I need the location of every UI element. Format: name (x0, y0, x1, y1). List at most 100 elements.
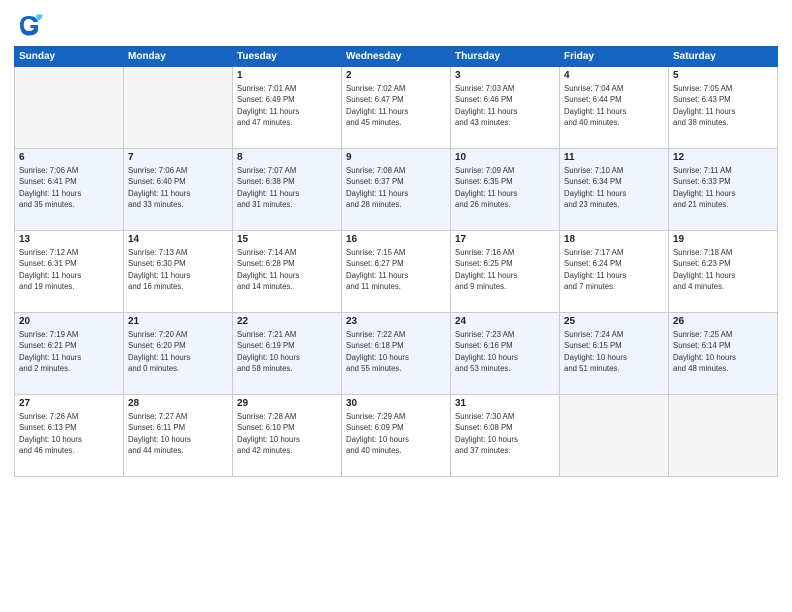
day-number: 26 (673, 316, 773, 327)
day-info: Sunrise: 7:22 AM Sunset: 6:18 PM Dayligh… (346, 329, 446, 374)
day-number: 1 (237, 70, 337, 81)
day-number: 16 (346, 234, 446, 245)
day-info: Sunrise: 7:21 AM Sunset: 6:19 PM Dayligh… (237, 329, 337, 374)
day-number: 31 (455, 398, 555, 409)
day-info: Sunrise: 7:08 AM Sunset: 6:37 PM Dayligh… (346, 165, 446, 210)
calendar-cell: 4 Sunrise: 7:04 AM Sunset: 6:44 PM Daylig… (560, 67, 669, 149)
logo-icon (14, 10, 44, 40)
calendar-cell: 14 Sunrise: 7:13 AM Sunset: 6:30 PM Dayli… (124, 231, 233, 313)
day-info: Sunrise: 7:18 AM Sunset: 6:23 PM Dayligh… (673, 247, 773, 292)
day-number: 10 (455, 152, 555, 163)
day-info: Sunrise: 7:07 AM Sunset: 6:38 PM Dayligh… (237, 165, 337, 210)
calendar-cell: 26 Sunrise: 7:25 AM Sunset: 6:14 PM Dayli… (669, 313, 778, 395)
calendar-cell: 20 Sunrise: 7:19 AM Sunset: 6:21 PM Dayli… (15, 313, 124, 395)
day-number: 18 (564, 234, 664, 245)
day-info: Sunrise: 7:25 AM Sunset: 6:14 PM Dayligh… (673, 329, 773, 374)
calendar-cell: 16 Sunrise: 7:15 AM Sunset: 6:27 PM Dayli… (342, 231, 451, 313)
calendar-cell: 3Sunrise: 7:03 AM Sunset: 6:46 PM Daylig… (451, 67, 560, 149)
calendar-cell (669, 395, 778, 477)
weekday-header-monday: Monday (124, 47, 233, 67)
day-info: Sunrise: 7:30 AM Sunset: 6:08 PM Dayligh… (455, 411, 555, 456)
calendar-cell: 27 Sunrise: 7:26 AM Sunset: 6:13 PM Dayli… (15, 395, 124, 477)
calendar-cell: 22 Sunrise: 7:21 AM Sunset: 6:19 PM Dayli… (233, 313, 342, 395)
day-number: 9 (346, 152, 446, 163)
day-number: 23 (346, 316, 446, 327)
day-number: 24 (455, 316, 555, 327)
day-info: Sunrise: 7:16 AM Sunset: 6:25 PM Dayligh… (455, 247, 555, 292)
day-number: 11 (564, 152, 664, 163)
day-info: Sunrise: 7:14 AM Sunset: 6:28 PM Dayligh… (237, 247, 337, 292)
day-number: 14 (128, 234, 228, 245)
day-info: Sunrise: 7:26 AM Sunset: 6:13 PM Dayligh… (19, 411, 119, 456)
day-number: 13 (19, 234, 119, 245)
logo (14, 10, 48, 40)
day-info: Sunrise: 7:06 AM Sunset: 6:41 PM Dayligh… (19, 165, 119, 210)
day-info: Sunrise: 7:02 AM Sunset: 6:47 PM Dayligh… (346, 83, 446, 128)
day-number: 25 (564, 316, 664, 327)
calendar-table: SundayMondayTuesdayWednesdayThursdayFrid… (14, 46, 778, 477)
weekday-header-row: SundayMondayTuesdayWednesdayThursdayFrid… (15, 47, 778, 67)
day-info: Sunrise: 7:06 AM Sunset: 6:40 PM Dayligh… (128, 165, 228, 210)
day-number: 21 (128, 316, 228, 327)
calendar-cell: 13 Sunrise: 7:12 AM Sunset: 6:31 PM Dayli… (15, 231, 124, 313)
calendar-cell: 25 Sunrise: 7:24 AM Sunset: 6:15 PM Dayli… (560, 313, 669, 395)
day-info: Sunrise: 7:09 AM Sunset: 6:35 PM Dayligh… (455, 165, 555, 210)
calendar-cell: 6Sunrise: 7:06 AM Sunset: 6:41 PM Daylig… (15, 149, 124, 231)
day-number: 20 (19, 316, 119, 327)
day-number: 17 (455, 234, 555, 245)
day-info: Sunrise: 7:15 AM Sunset: 6:27 PM Dayligh… (346, 247, 446, 292)
weekday-header-saturday: Saturday (669, 47, 778, 67)
calendar-cell: 31 Sunrise: 7:30 AM Sunset: 6:08 PM Dayli… (451, 395, 560, 477)
day-info: Sunrise: 7:04 AM Sunset: 6:44 PM Dayligh… (564, 83, 664, 128)
day-number: 4 (564, 70, 664, 81)
page: SundayMondayTuesdayWednesdayThursdayFrid… (0, 0, 792, 612)
day-number: 28 (128, 398, 228, 409)
calendar-cell: 29 Sunrise: 7:28 AM Sunset: 6:10 PM Dayli… (233, 395, 342, 477)
weekday-header-sunday: Sunday (15, 47, 124, 67)
day-number: 3 (455, 70, 555, 81)
calendar-cell: 2 Sunrise: 7:02 AM Sunset: 6:47 PM Daylig… (342, 67, 451, 149)
calendar-cell: 18 Sunrise: 7:17 AM Sunset: 6:24 PM Dayli… (560, 231, 669, 313)
day-info: Sunrise: 7:12 AM Sunset: 6:31 PM Dayligh… (19, 247, 119, 292)
day-info: Sunrise: 7:13 AM Sunset: 6:30 PM Dayligh… (128, 247, 228, 292)
weekday-header-friday: Friday (560, 47, 669, 67)
calendar-week-row: 6Sunrise: 7:06 AM Sunset: 6:41 PM Daylig… (15, 149, 778, 231)
calendar-cell: 28Sunrise: 7:27 AM Sunset: 6:11 PM Dayli… (124, 395, 233, 477)
day-info: Sunrise: 7:10 AM Sunset: 6:34 PM Dayligh… (564, 165, 664, 210)
day-number: 27 (19, 398, 119, 409)
calendar-cell: 11 Sunrise: 7:10 AM Sunset: 6:34 PM Dayli… (560, 149, 669, 231)
calendar-week-row: 20 Sunrise: 7:19 AM Sunset: 6:21 PM Dayli… (15, 313, 778, 395)
day-info: Sunrise: 7:19 AM Sunset: 6:21 PM Dayligh… (19, 329, 119, 374)
calendar-cell (560, 395, 669, 477)
calendar-cell: 10 Sunrise: 7:09 AM Sunset: 6:35 PM Dayli… (451, 149, 560, 231)
day-info: Sunrise: 7:28 AM Sunset: 6:10 PM Dayligh… (237, 411, 337, 456)
day-info: Sunrise: 7:01 AM Sunset: 6:49 PM Dayligh… (237, 83, 337, 128)
day-number: 29 (237, 398, 337, 409)
calendar-cell: 19Sunrise: 7:18 AM Sunset: 6:23 PM Dayli… (669, 231, 778, 313)
day-number: 8 (237, 152, 337, 163)
day-info: Sunrise: 7:23 AM Sunset: 6:16 PM Dayligh… (455, 329, 555, 374)
calendar-cell (124, 67, 233, 149)
day-number: 7 (128, 152, 228, 163)
day-number: 5 (673, 70, 773, 81)
calendar-week-row: 13 Sunrise: 7:12 AM Sunset: 6:31 PM Dayli… (15, 231, 778, 313)
calendar-cell: 23 Sunrise: 7:22 AM Sunset: 6:18 PM Dayli… (342, 313, 451, 395)
calendar-cell (15, 67, 124, 149)
day-number: 30 (346, 398, 446, 409)
day-number: 2 (346, 70, 446, 81)
calendar-cell: 24 Sunrise: 7:23 AM Sunset: 6:16 PM Dayli… (451, 313, 560, 395)
calendar-cell: 12Sunrise: 7:11 AM Sunset: 6:33 PM Dayli… (669, 149, 778, 231)
day-number: 22 (237, 316, 337, 327)
day-info: Sunrise: 7:29 AM Sunset: 6:09 PM Dayligh… (346, 411, 446, 456)
day-info: Sunrise: 7:20 AM Sunset: 6:20 PM Dayligh… (128, 329, 228, 374)
day-info: Sunrise: 7:24 AM Sunset: 6:15 PM Dayligh… (564, 329, 664, 374)
day-info: Sunrise: 7:17 AM Sunset: 6:24 PM Dayligh… (564, 247, 664, 292)
calendar-cell: 21 Sunrise: 7:20 AM Sunset: 6:20 PM Dayli… (124, 313, 233, 395)
calendar-cell: 5Sunrise: 7:05 AM Sunset: 6:43 PM Daylig… (669, 67, 778, 149)
calendar-cell: 30 Sunrise: 7:29 AM Sunset: 6:09 PM Dayli… (342, 395, 451, 477)
day-number: 15 (237, 234, 337, 245)
header (14, 10, 778, 40)
weekday-header-tuesday: Tuesday (233, 47, 342, 67)
calendar-cell: 8 Sunrise: 7:07 AM Sunset: 6:38 PM Daylig… (233, 149, 342, 231)
weekday-header-wednesday: Wednesday (342, 47, 451, 67)
